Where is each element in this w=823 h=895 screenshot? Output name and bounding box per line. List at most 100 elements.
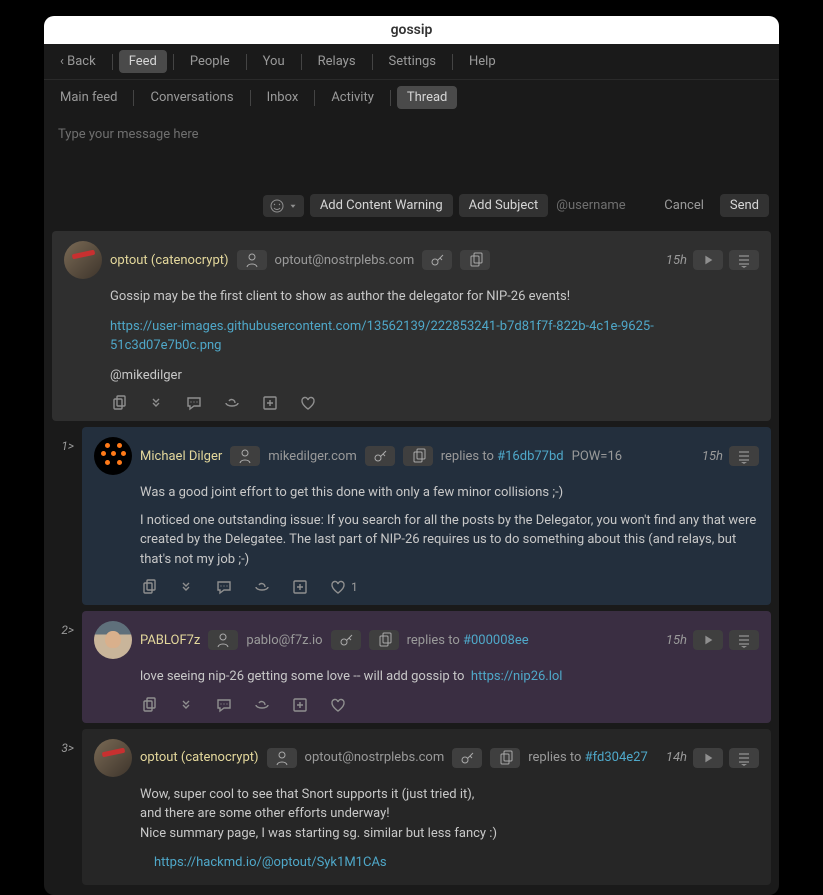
like-action-icon[interactable]: 1 (330, 579, 358, 595)
avatar[interactable] (94, 739, 132, 777)
username[interactable]: Michael Dilger (140, 449, 222, 464)
emoji-button[interactable] (263, 195, 304, 217)
like-count: 1 (351, 580, 358, 594)
divider (246, 54, 247, 70)
tab-thread[interactable]: Thread (397, 86, 458, 109)
divider (133, 90, 134, 106)
reply-to-hash[interactable]: #000008ee (463, 633, 529, 648)
nav-settings[interactable]: Settings (379, 50, 446, 73)
add-subject-button[interactable]: Add Subject (459, 194, 549, 217)
add-action-icon[interactable] (292, 579, 308, 595)
play-icon[interactable] (693, 748, 723, 768)
copy-action-icon[interactable] (140, 579, 156, 595)
reply-row: 3> optout (catenocrypt) optout@nostrpleb… (52, 729, 771, 885)
post-mention[interactable]: @mikedilger (110, 366, 759, 386)
copy-action-icon[interactable] (140, 697, 156, 713)
nip05-address: mikedilger.com (268, 449, 356, 464)
person-icon[interactable] (208, 630, 238, 650)
comment-action-icon[interactable] (186, 395, 202, 411)
comment-action-icon[interactable] (216, 579, 232, 595)
compose-toolbar: Add Content Warning Add Subject Cancel S… (44, 194, 779, 227)
post-line: Nice summary page, I was starting sg. si… (140, 824, 759, 844)
nav-back[interactable]: ‹ Back (50, 50, 106, 73)
nav-relays[interactable]: Relays (308, 50, 366, 73)
zap-action-icon[interactable] (254, 579, 270, 595)
add-action-icon[interactable] (292, 697, 308, 713)
expand-action-icon[interactable] (178, 579, 194, 595)
person-icon[interactable] (267, 748, 297, 768)
nav-help[interactable]: Help (459, 50, 506, 73)
post-body: Was a good joint effort to get this done… (140, 483, 759, 569)
zap-action-icon[interactable] (254, 697, 270, 713)
post-line: love seeing nip-26 getting some love -- … (140, 669, 464, 684)
expand-action-icon[interactable] (148, 395, 164, 411)
key-icon[interactable] (452, 748, 482, 768)
reply-to-hash[interactable]: #16db77bd (497, 449, 564, 464)
post-actions: 1 (140, 579, 759, 595)
divider (314, 90, 315, 106)
username[interactable]: PABLOF7z (140, 633, 200, 648)
nav-feed[interactable]: Feed (119, 50, 167, 73)
divider (372, 54, 373, 70)
like-action-icon[interactable] (300, 395, 316, 411)
post-header: optout (catenocrypt) optout@nostrplebs.c… (94, 739, 759, 777)
post-reply: PABLOF7z pablo@f7z.io replies to #000008… (82, 611, 771, 723)
reply-to-hash[interactable]: #fd304e27 (585, 750, 648, 765)
divider (112, 54, 113, 70)
post-menu-icon[interactable] (729, 250, 759, 270)
post-reply: Michael Dilger mikedilger.com replies to… (82, 427, 771, 605)
copy-icon[interactable] (460, 250, 490, 270)
post-line: and there are some other efforts underwa… (140, 804, 759, 824)
play-icon[interactable] (693, 630, 723, 650)
play-icon[interactable] (693, 250, 723, 270)
dropdown-icon (288, 201, 298, 211)
post-link[interactable]: https://nip26.lol (471, 669, 563, 684)
post-menu-icon[interactable] (729, 748, 759, 768)
timestamp: 15h (702, 449, 723, 464)
post-menu-icon[interactable] (729, 446, 759, 466)
key-icon[interactable] (331, 630, 361, 650)
post-link[interactable]: https://hackmd.io/@optout/Syk1M1CAs (154, 855, 387, 870)
compose-input[interactable] (56, 125, 771, 184)
add-action-icon[interactable] (262, 395, 278, 411)
key-icon[interactable] (365, 446, 395, 466)
copy-icon[interactable] (369, 630, 399, 650)
avatar[interactable] (94, 621, 132, 659)
zap-action-icon[interactable] (224, 395, 240, 411)
timestamp: 15h (666, 633, 687, 648)
person-icon[interactable] (237, 250, 267, 270)
tab-activity[interactable]: Activity (321, 86, 384, 109)
post-body: love seeing nip-26 getting some love -- … (140, 667, 759, 687)
copy-action-icon[interactable] (110, 395, 126, 411)
add-content-warning-button[interactable]: Add Content Warning (310, 194, 453, 217)
post-menu-icon[interactable] (729, 630, 759, 650)
avatar[interactable] (64, 241, 102, 279)
copy-icon[interactable] (490, 748, 520, 768)
send-button[interactable]: Send (720, 194, 769, 217)
thread-posts: optout (catenocrypt) optout@nostrplebs.c… (44, 227, 779, 895)
username[interactable]: optout (catenocrypt) (140, 750, 259, 765)
mention-input[interactable] (554, 197, 648, 214)
comment-action-icon[interactable] (216, 697, 232, 713)
person-icon[interactable] (230, 446, 260, 466)
tab-inbox[interactable]: Inbox (257, 86, 309, 109)
key-icon[interactable] (422, 250, 452, 270)
cancel-button[interactable]: Cancel (654, 194, 714, 217)
divider (250, 90, 251, 106)
post-link[interactable]: https://user-images.githubusercontent.co… (110, 319, 654, 354)
depth-indicator: 3> (52, 729, 74, 755)
post-reply: optout (catenocrypt) optout@nostrplebs.c… (82, 729, 771, 885)
like-action-icon[interactable] (330, 697, 346, 713)
divider (301, 54, 302, 70)
username[interactable]: optout (catenocrypt) (110, 253, 229, 268)
avatar[interactable] (94, 437, 132, 475)
expand-action-icon[interactable] (178, 697, 194, 713)
post-header: Michael Dilger mikedilger.com replies to… (94, 437, 759, 475)
sub-nav: Main feed Conversations Inbox Activity T… (44, 80, 779, 115)
tab-conversations[interactable]: Conversations (140, 86, 243, 109)
copy-icon[interactable] (403, 446, 433, 466)
main-nav: ‹ Back Feed People You Relays Settings H… (44, 44, 779, 79)
nav-you[interactable]: You (253, 50, 295, 73)
nav-people[interactable]: People (180, 50, 240, 73)
tab-main-feed[interactable]: Main feed (50, 86, 127, 109)
